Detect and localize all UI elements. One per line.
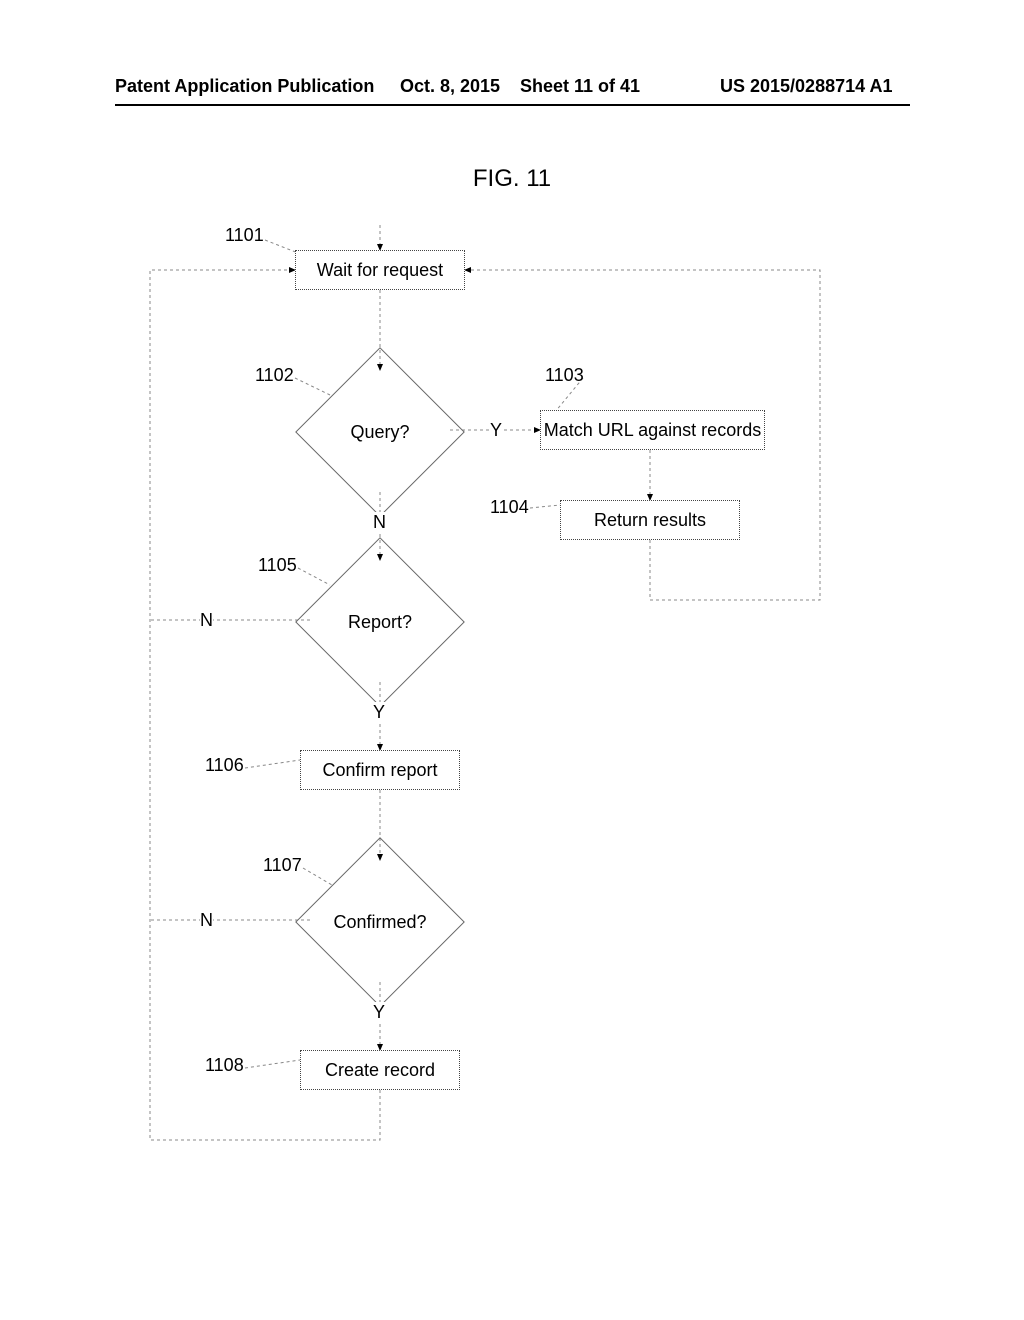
decision-label: Confirmed? bbox=[333, 912, 426, 933]
ref-1106: 1106 bbox=[205, 755, 244, 776]
ref-1105: 1105 bbox=[258, 555, 297, 576]
page: Patent Application Publication Oct. 8, 2… bbox=[0, 0, 1024, 1320]
edge-label-y: Y bbox=[490, 420, 502, 441]
step-label: Create record bbox=[325, 1060, 435, 1081]
ref-1104: 1104 bbox=[490, 497, 529, 518]
decision-query: Query? bbox=[320, 372, 440, 492]
ref-1107: 1107 bbox=[263, 855, 302, 876]
ref-1108: 1108 bbox=[205, 1055, 244, 1076]
flowchart-connectors bbox=[0, 0, 1024, 1320]
step-label: Wait for request bbox=[317, 260, 443, 281]
edge-label-y: Y bbox=[373, 1002, 385, 1023]
step-label: Match URL against records bbox=[544, 420, 761, 441]
edge-label-n: N bbox=[200, 910, 213, 931]
ref-1102: 1102 bbox=[255, 365, 294, 386]
decision-label: Report? bbox=[348, 612, 412, 633]
ref-1103: 1103 bbox=[545, 365, 584, 386]
ref-1101: 1101 bbox=[225, 225, 264, 246]
step-label: Confirm report bbox=[322, 760, 437, 781]
edge-label-y: Y bbox=[373, 702, 385, 723]
edge-label-n: N bbox=[373, 512, 386, 533]
step-label: Return results bbox=[594, 510, 706, 531]
step-create-record: Create record bbox=[300, 1050, 460, 1090]
decision-report: Report? bbox=[320, 562, 440, 682]
step-confirm-report: Confirm report bbox=[300, 750, 460, 790]
decision-label: Query? bbox=[350, 422, 409, 443]
step-wait-for-request: Wait for request bbox=[295, 250, 465, 290]
step-match-url: Match URL against records bbox=[540, 410, 765, 450]
edge-label-n: N bbox=[200, 610, 213, 631]
decision-confirmed: Confirmed? bbox=[320, 862, 440, 982]
step-return-results: Return results bbox=[560, 500, 740, 540]
